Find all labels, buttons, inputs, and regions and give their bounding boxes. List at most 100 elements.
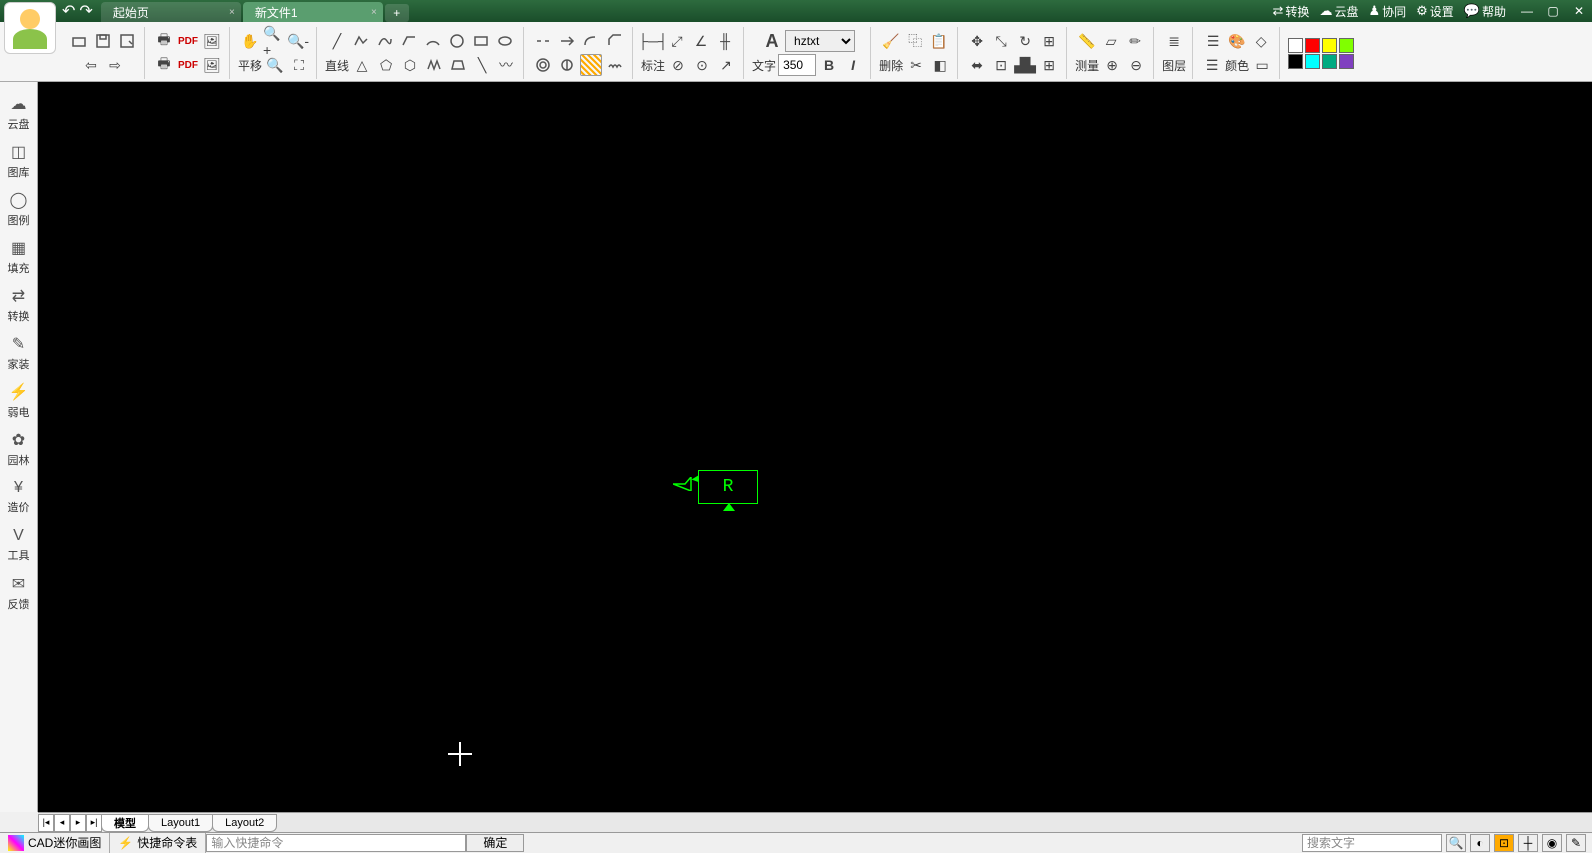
- tab-first-button[interactable]: |◂: [38, 814, 54, 832]
- xline-button[interactable]: [398, 30, 420, 52]
- app-avatar-icon[interactable]: [4, 2, 56, 54]
- pdf2-button[interactable]: PDF: [177, 54, 199, 76]
- offset-button[interactable]: [532, 54, 554, 76]
- link-collab[interactable]: ♟协同: [1368, 3, 1406, 20]
- stretch-button[interactable]: ⬌: [966, 54, 988, 76]
- open-button[interactable]: [68, 30, 90, 52]
- tab-model[interactable]: 模型: [101, 814, 149, 832]
- arc-button[interactable]: [422, 30, 444, 52]
- undo-button[interactable]: ↶: [62, 1, 75, 21]
- redo-button[interactable]: ↷: [79, 1, 92, 21]
- erase-button[interactable]: 🧹: [880, 30, 902, 52]
- sidebar-gallery[interactable]: ◫图库: [1, 138, 37, 184]
- minimize-button[interactable]: —: [1514, 0, 1540, 22]
- array-button[interactable]: ⊞: [1038, 54, 1060, 76]
- tab-layout1[interactable]: Layout1: [148, 814, 213, 832]
- link-settings[interactable]: ⚙设置: [1416, 3, 1454, 20]
- toggle-lwt-button[interactable]: ✎: [1566, 834, 1586, 852]
- dim-aligned-button[interactable]: ⤢: [666, 30, 688, 52]
- toggle-osnap-button[interactable]: ◉: [1542, 834, 1562, 852]
- link-help[interactable]: 💬帮助: [1464, 3, 1506, 20]
- sidebar-electrical[interactable]: ⚡弱电: [1, 378, 37, 424]
- close-window-button[interactable]: ✕: [1566, 0, 1592, 22]
- search-button[interactable]: 🔍: [1446, 834, 1466, 852]
- layer-color-button[interactable]: 🎨: [1226, 30, 1248, 52]
- tab-next-button[interactable]: ▸: [70, 814, 86, 832]
- tab-new-file[interactable]: 新文件1 ×: [243, 2, 383, 22]
- zoom-out-button[interactable]: 🔍-: [287, 30, 309, 52]
- toggle-snap-button[interactable]: ⊡: [1494, 834, 1514, 852]
- cad-symbol-r[interactable]: R: [698, 470, 758, 504]
- revcloud-button[interactable]: [604, 54, 626, 76]
- fillet-button[interactable]: [580, 30, 602, 52]
- chamfer-button[interactable]: [604, 30, 626, 52]
- measure-angle-button[interactable]: ✏: [1124, 30, 1146, 52]
- move-button[interactable]: ✥: [966, 30, 988, 52]
- color-purple[interactable]: [1339, 54, 1354, 69]
- dim-radius-button[interactable]: ⊘: [667, 54, 689, 76]
- forward-button[interactable]: ⇨: [104, 54, 126, 76]
- dim-linear-button[interactable]: ├─┤: [642, 30, 664, 52]
- zoom-window-button[interactable]: 🔍: [264, 54, 286, 76]
- color-black[interactable]: [1288, 54, 1303, 69]
- align-button[interactable]: ⊞: [1038, 30, 1060, 52]
- font-select[interactable]: hztxt: [785, 30, 855, 52]
- sidebar-cost[interactable]: ¥造价: [1, 474, 37, 520]
- save-button[interactable]: [92, 30, 114, 52]
- sidebar-legend[interactable]: ◯图例: [1, 186, 37, 232]
- link-cloud[interactable]: ☁云盘: [1319, 3, 1358, 20]
- array-rect-button[interactable]: ⊡: [990, 54, 1012, 76]
- image2-button[interactable]: 🖼: [201, 54, 223, 76]
- dim-ordinate-button[interactable]: ╫: [714, 30, 736, 52]
- dim-diameter-button[interactable]: ⊙: [691, 54, 713, 76]
- toggle-ortho-button[interactable]: ◐: [1470, 834, 1490, 852]
- color-white[interactable]: [1288, 38, 1303, 53]
- export-pdf-button[interactable]: PDF: [177, 30, 199, 52]
- dim-angular-button[interactable]: ∠: [690, 30, 712, 52]
- zigzag-button[interactable]: [423, 54, 445, 76]
- block-button[interactable]: ◧: [929, 54, 951, 76]
- hatch-button[interactable]: [580, 54, 602, 76]
- cut-button[interactable]: ✂: [905, 54, 927, 76]
- circle-button[interactable]: [446, 30, 468, 52]
- measure-sum-button[interactable]: ⊕: [1101, 54, 1123, 76]
- bold-button[interactable]: B: [818, 54, 840, 76]
- scale-button[interactable]: ⤡: [990, 30, 1012, 52]
- tab-last-button[interactable]: ▸|: [86, 814, 102, 832]
- export-image-button[interactable]: 🖼: [201, 30, 223, 52]
- layer-list-button[interactable]: ☰: [1202, 30, 1224, 52]
- shortcut-table-button[interactable]: ⚡ 快捷命令表: [110, 833, 206, 853]
- sidebar-feedback[interactable]: ✉反馈: [1, 570, 37, 616]
- polyline-button[interactable]: [350, 30, 372, 52]
- rotate-button[interactable]: ↻: [1014, 30, 1036, 52]
- link-convert[interactable]: ⇄转换: [1273, 3, 1310, 20]
- layer-freeze-button[interactable]: ▭: [1251, 54, 1273, 76]
- toggle-grid-button[interactable]: ┼: [1518, 834, 1538, 852]
- freehand-button[interactable]: 〰: [495, 54, 517, 76]
- print-button[interactable]: 🖶: [153, 30, 175, 52]
- color-green[interactable]: [1339, 38, 1354, 53]
- ok-button[interactable]: 确定: [466, 834, 524, 852]
- sidebar-home[interactable]: ✎家装: [1, 330, 37, 376]
- text-button[interactable]: A: [761, 30, 783, 52]
- color-cyan[interactable]: [1305, 54, 1320, 69]
- line-button[interactable]: ╱: [326, 30, 348, 52]
- triangle-button[interactable]: △: [351, 54, 373, 76]
- close-icon[interactable]: ×: [371, 7, 377, 18]
- new-tab-button[interactable]: +: [385, 4, 409, 22]
- maximize-button[interactable]: ▢: [1540, 0, 1566, 22]
- ray-button[interactable]: ╲: [471, 54, 493, 76]
- measure-area-button[interactable]: ▱: [1100, 30, 1122, 52]
- rectangle-button[interactable]: [470, 30, 492, 52]
- color-red[interactable]: [1305, 38, 1320, 53]
- mirror-button[interactable]: ▟▙: [1014, 54, 1036, 76]
- font-size-input[interactable]: [778, 54, 816, 76]
- sidebar-garden[interactable]: ✿园林: [1, 426, 37, 472]
- zoom-in-button[interactable]: 🔍+: [263, 30, 285, 52]
- back-button[interactable]: ⇦: [80, 54, 102, 76]
- close-icon[interactable]: ×: [229, 7, 235, 18]
- layer-ltype-button[interactable]: ◇: [1250, 30, 1272, 52]
- sidebar-tools[interactable]: V工具: [1, 522, 37, 568]
- sidebar-convert[interactable]: ⇄转换: [1, 282, 37, 328]
- spline-button[interactable]: [374, 30, 396, 52]
